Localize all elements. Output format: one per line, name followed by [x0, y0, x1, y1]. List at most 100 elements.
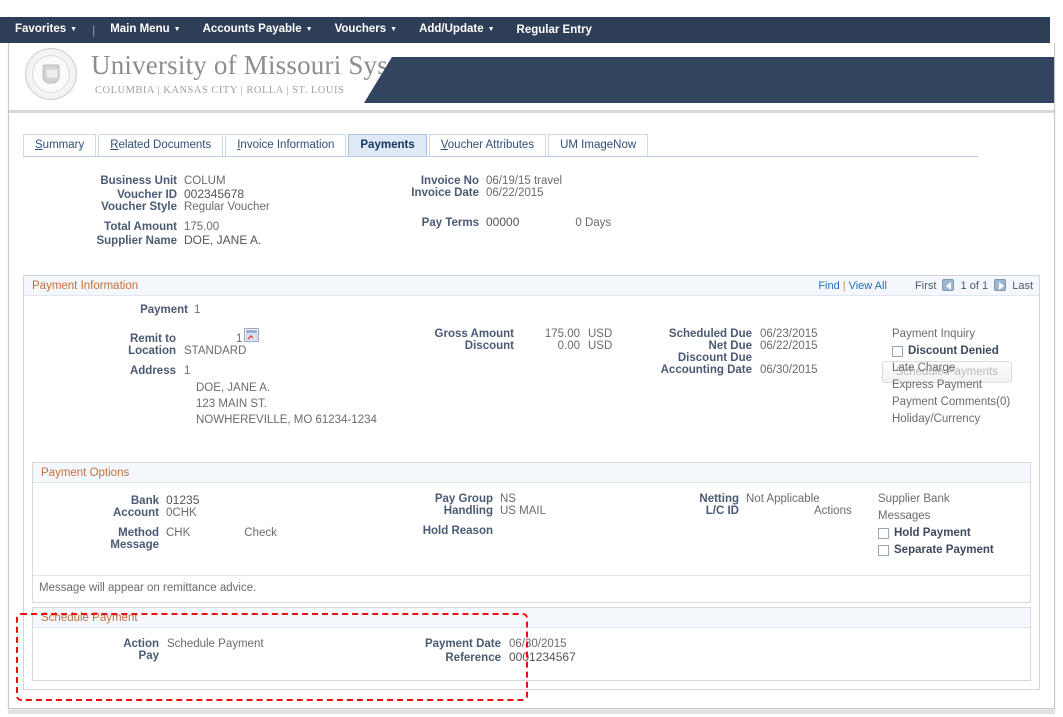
view-all-link[interactable]: View All [849, 280, 887, 292]
row-counter: 1 of 1 [960, 280, 989, 292]
field-lc-id: L/C ID Actions [673, 505, 873, 517]
location-value: STANDARD [184, 345, 247, 357]
previous-row-icon[interactable] [942, 279, 955, 291]
hold-payment-label[interactable]: Hold Payment [894, 525, 971, 542]
express-payment-link[interactable]: Express Payment [892, 377, 1062, 394]
netting-label: Netting [699, 493, 739, 505]
tab-payments[interactable]: Payments [348, 134, 427, 156]
chevron-down-icon: ▼ [487, 26, 495, 33]
menu-item-main-menu[interactable]: Main Menu ▼ [99, 16, 191, 44]
scheduled-due-label: Scheduled Due [668, 328, 752, 340]
separate-payment-label[interactable]: Separate Payment [894, 542, 994, 559]
holiday-currency-link[interactable]: Holiday/Currency [892, 411, 1062, 428]
menu-item-add-update[interactable]: Add/Update ▼ [408, 16, 505, 44]
tab-um-imagenow[interactable]: UM ImageNow [548, 134, 649, 156]
message-label: Message [110, 539, 159, 551]
global-menu-bar: Favorites ▼ | Main Menu ▼ Accounts Payable… [0, 17, 1050, 43]
remit-to-label: Remit to [130, 333, 176, 345]
supplier-bank-messages-link[interactable]: Messages [878, 508, 1058, 525]
payment-information-section: Payment Information Find | View All First … [23, 275, 1040, 690]
discount-denied-label[interactable]: Discount Denied [908, 343, 999, 360]
payment-label: Payment [140, 304, 188, 316]
last-label[interactable]: Last [1012, 280, 1033, 292]
payment-information-title: Payment Information [32, 280, 139, 292]
tab-label: Payments [360, 139, 415, 151]
netting-column: Netting Not Applicable L/C ID Actions [673, 493, 873, 517]
field-business-unit: Business Unit COLUM [9, 175, 389, 187]
field-total-amount: Total Amount 175.00 [9, 221, 389, 233]
address-line-1: DOE, JANE A. [196, 382, 271, 394]
hold-payment-checkbox[interactable] [878, 528, 889, 539]
address-label: Address [129, 365, 176, 377]
field-discount: Discount 0.00 USD [394, 340, 634, 352]
gross-amount-label: Gross Amount [434, 328, 514, 340]
menu-item-regular-entry[interactable]: Regular Entry [506, 17, 603, 43]
pay-group-value: NS [500, 493, 516, 505]
payment-inquiry-link[interactable]: Payment Inquiry [892, 326, 1062, 343]
page-frame: University of Missouri System COLUMBIA |… [8, 43, 1055, 709]
field-message: Message [33, 539, 363, 551]
payment-comments-link[interactable]: Payment Comments(0) [892, 394, 1062, 411]
field-net-due: Net Due 06/22/2015 [624, 340, 884, 352]
voucher-header-fields: Business Unit COLUM Voucher ID 002345678… [9, 175, 1054, 383]
pay-group-label: Pay Group [434, 493, 493, 505]
tab-label: elated Documents [118, 139, 212, 151]
find-link[interactable]: Find [818, 280, 839, 292]
dates-column: Scheduled Due 06/23/2015 Net Due 06/22/2… [624, 328, 884, 376]
field-scheduled-due: Scheduled Due 06/23/2015 [624, 328, 884, 340]
next-row-icon[interactable] [994, 279, 1007, 291]
schedule-action-column: Action Schedule Payment Pay [33, 638, 403, 662]
account-label: Account [113, 507, 159, 519]
handling-value: US MAIL [500, 505, 547, 517]
menu-item-accounts-payable[interactable]: Accounts Payable ▼ [192, 16, 324, 44]
schedule-payment-group: Schedule Payment Action Schedule Payment… [32, 607, 1031, 681]
invoice-no-value: 06/19/15 travel [486, 175, 563, 187]
schedule-payment-body: Action Schedule Payment Pay Payment Date… [33, 628, 1030, 680]
tab-related-documents[interactable]: Related Documents [98, 134, 224, 156]
payment-options-header: Payment Options [33, 463, 1030, 483]
menu-item-label: Main Menu [110, 23, 170, 35]
field-bank: Bank 01235 [33, 493, 363, 507]
business-unit-label: Business Unit [100, 175, 177, 187]
voucher-style-label: Voucher Style [101, 201, 177, 213]
window-bottom-edge [8, 710, 1055, 714]
field-hold-reason: Hold Reason [363, 525, 673, 537]
payment-date-label: Payment Date [424, 638, 501, 650]
netting-value: Not Applicable [746, 493, 820, 505]
field-invoice-no: Invoice No 06/19/15 travel [389, 175, 789, 187]
payment-options-title: Payment Options [41, 467, 130, 479]
field-payment-number: Payment 1 [112, 304, 200, 316]
action-label: Action [123, 638, 159, 650]
tab-voucher-attributes[interactable]: Voucher Attributes [428, 134, 547, 156]
brand-divider [9, 110, 1054, 113]
bank-column: Bank 01235 Account 0CHK Method CHK Check [33, 493, 363, 551]
menu-item-vouchers[interactable]: Vouchers ▼ [324, 16, 409, 44]
remit-to-value: 1 [236, 333, 243, 345]
menu-item-favorites[interactable]: Favorites ▼ [4, 16, 88, 44]
field-voucher-id: Voucher ID 002345678 [9, 187, 389, 201]
first-label[interactable]: First [915, 280, 936, 292]
menu-separator: | [92, 23, 96, 37]
voucher-header-left: Business Unit COLUM Voucher ID 002345678… [9, 175, 389, 247]
chevron-down-icon: ▼ [305, 26, 313, 33]
reference-label: Reference [445, 652, 501, 664]
accounting-date-value: 06/30/2015 [760, 364, 818, 376]
field-action: Action Schedule Payment [33, 638, 403, 650]
pay-terms-days: 0 Days [575, 217, 612, 229]
field-account: Account 0CHK [33, 507, 363, 519]
field-reference: Reference 0001234567 [403, 650, 703, 664]
late-charge-link[interactable]: Late Charge [892, 360, 1062, 377]
tab-summary[interactable]: Summary [23, 134, 97, 156]
separate-payment-checkbox[interactable] [878, 545, 889, 556]
actions-label[interactable]: Actions [814, 505, 852, 517]
remit-to-lookup-icon[interactable] [244, 328, 260, 342]
supplier-name-value: DOE, JANE A. [184, 233, 262, 247]
method-value: CHK [166, 527, 191, 539]
discount-denied-checkbox[interactable] [892, 346, 903, 357]
tab-invoice-information[interactable]: Invoice Information [225, 134, 347, 156]
